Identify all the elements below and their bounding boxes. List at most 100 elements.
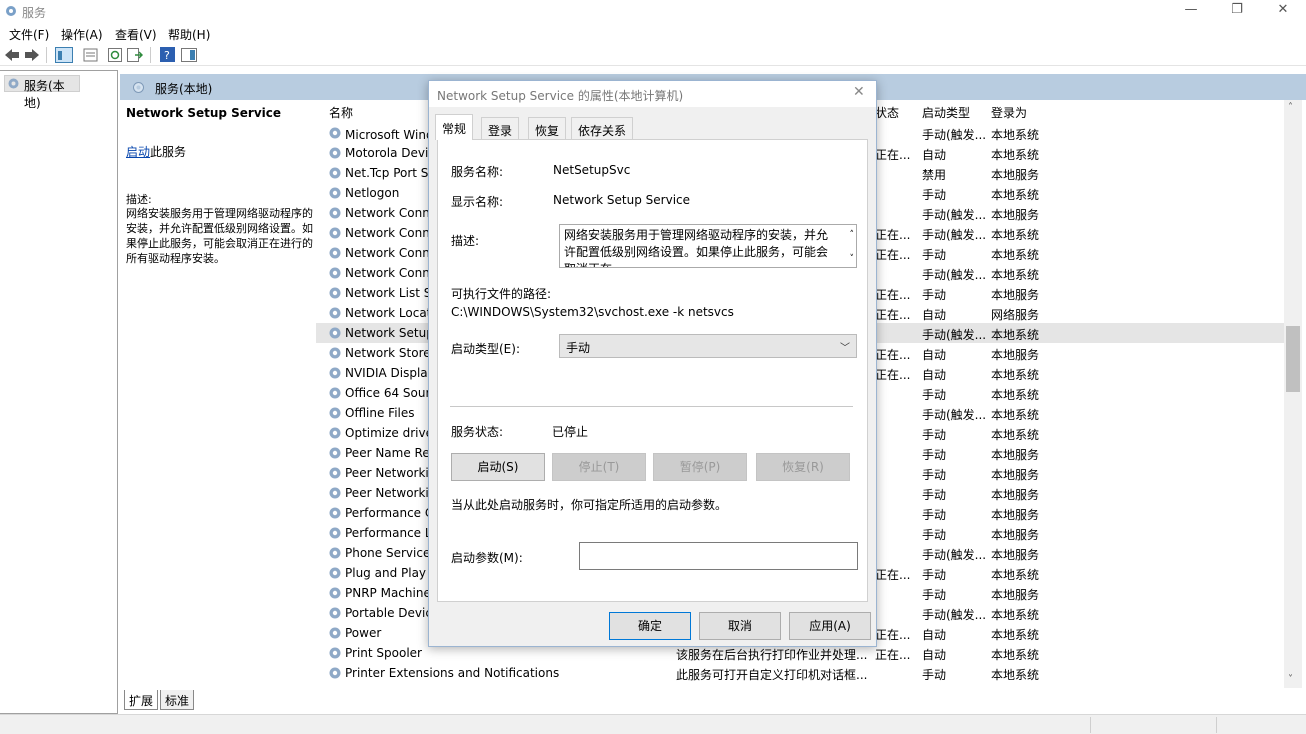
refresh-icon[interactable] <box>108 48 122 62</box>
cancel-button[interactable]: 取消 <box>699 612 781 640</box>
column-header-name[interactable]: 名称 <box>329 104 353 121</box>
service-name-value: NetSetupSvc <box>553 163 631 177</box>
column-header-status[interactable]: 状态 <box>875 104 899 121</box>
dialog-close-button[interactable]: ✕ <box>853 84 865 100</box>
menu-view[interactable]: 查看(V) <box>115 26 157 43</box>
tab-recovery[interactable]: 恢复 <box>528 117 567 139</box>
tab-standard[interactable]: 标准 <box>160 690 195 710</box>
window-title: 服务 <box>22 6 47 20</box>
service-description-cell: 该服务在后台执行打印作业并处理... <box>676 648 868 662</box>
console-tree-icon[interactable] <box>55 47 73 63</box>
service-gear-icon <box>329 207 341 219</box>
ok-button[interactable]: 确定 <box>609 612 691 640</box>
header-title: 服务(本地) <box>155 82 213 96</box>
services-gear-icon <box>133 82 144 93</box>
service-gear-icon <box>329 467 341 479</box>
tab-extended-label: 扩展 <box>129 694 154 708</box>
export-list-icon[interactable] <box>127 48 143 62</box>
startup-type-label: 启动类型(E): <box>451 342 520 356</box>
toolbar-separator <box>46 47 47 63</box>
stop-button[interactable]: 停止(T) <box>552 453 646 481</box>
start-service-line: 启动此服务 <box>126 143 186 160</box>
service-logon-cell: 本地系统 <box>991 128 1040 142</box>
service-logon-cell: 本地服务 <box>991 548 1040 562</box>
service-startup-cell: 自动 <box>922 648 947 662</box>
service-logon-cell: 本地系统 <box>991 408 1040 422</box>
service-status-cell: 正在... <box>875 308 910 322</box>
start-button[interactable]: 启动(S) <box>451 453 545 481</box>
service-logon-cell: 本地服务 <box>991 448 1040 462</box>
service-status-cell: 正在... <box>875 228 910 242</box>
service-gear-icon <box>329 407 341 419</box>
show-hide-action-pane-icon[interactable] <box>181 48 197 62</box>
service-startup-cell: 手动 <box>922 668 947 682</box>
forward-arrow-icon[interactable] <box>24 48 40 62</box>
service-logon-cell: 本地服务 <box>991 168 1040 182</box>
tab-dependencies[interactable]: 依存关系 <box>571 117 634 139</box>
service-gear-icon <box>329 187 341 199</box>
pause-button[interactable]: 暂停(P) <box>653 453 747 481</box>
vertical-scrollbar[interactable]: ˄ ˅ <box>1284 100 1302 688</box>
resume-button[interactable]: 恢复(R) <box>756 453 850 481</box>
service-logon-cell: 本地服务 <box>991 288 1040 302</box>
service-startup-cell: 手动 <box>922 428 947 442</box>
tab-logon[interactable]: 登录 <box>481 117 520 139</box>
service-gear-icon <box>329 647 341 659</box>
service-logon-cell: 本地系统 <box>991 248 1040 262</box>
selected-service-name: Network Setup Service <box>126 106 282 120</box>
service-startup-cell: 手动 <box>922 528 947 542</box>
scroll-up-icon[interactable]: ˄ <box>1288 102 1293 113</box>
service-logon-cell: 本地系统 <box>991 388 1040 402</box>
service-logon-cell: 本地服务 <box>991 348 1040 362</box>
display-name-label: 显示名称: <box>451 195 504 209</box>
back-arrow-icon[interactable] <box>4 48 20 62</box>
start-service-link[interactable]: 启动 <box>126 145 150 159</box>
service-properties-dialog: Network Setup Service 的属性(本地计算机) ✕ 常规 登录… <box>428 80 877 647</box>
service-gear-icon <box>329 127 341 139</box>
tab-extended[interactable]: 扩展 <box>124 690 159 710</box>
minimize-button[interactable]: — <box>1168 0 1214 22</box>
column-header-startup-type[interactable]: 启动类型 <box>922 104 970 121</box>
service-gear-icon <box>329 287 341 299</box>
service-name-cell: Print Spooler <box>345 646 422 660</box>
service-startup-cell: 自动 <box>922 308 947 322</box>
service-startup-cell: 手动 <box>922 388 947 402</box>
service-logon-cell: 网络服务 <box>991 308 1040 322</box>
scrollbar-thumb[interactable] <box>1286 326 1300 392</box>
service-gear-icon <box>329 507 341 519</box>
scroll-down-icon[interactable]: ˅ <box>1288 674 1293 685</box>
apply-button[interactable]: 应用(A) <box>789 612 871 640</box>
menu-help[interactable]: 帮助(H) <box>168 26 210 43</box>
menu-bar: 文件(F) 操作(A) 查看(V) 帮助(H) <box>0 22 1306 44</box>
tree-item-services-local[interactable]: 服务(本地) <box>4 75 80 110</box>
table-row[interactable]: Printer Extensions and Notifications 此服务可… <box>316 663 1284 683</box>
close-button[interactable]: ✕ <box>1260 0 1306 22</box>
chevron-down-icon: ﹀ <box>840 343 850 354</box>
service-logon-cell: 本地系统 <box>991 268 1040 282</box>
service-logon-cell: 本地系统 <box>991 148 1040 162</box>
service-gear-icon <box>329 627 341 639</box>
chevron-up-icon[interactable]: ˄ <box>850 227 855 244</box>
service-gear-icon <box>329 667 341 679</box>
menu-file[interactable]: 文件(F) <box>9 26 49 43</box>
restore-button[interactable]: ❐ <box>1214 0 1260 22</box>
section-divider <box>450 406 853 407</box>
executable-path-value: C:\WINDOWS\System32\svchost.exe -k netsv… <box>451 305 734 319</box>
service-gear-icon <box>329 147 341 159</box>
column-header-logon[interactable]: 登录为 <box>991 104 1027 121</box>
service-startup-cell: 手动 <box>922 448 947 462</box>
description-textbox[interactable]: 网络安装服务用于管理网络驱动程序的安装，并允许配置低级别网络设置。如果停止此服务… <box>559 224 857 268</box>
description-label: 描述: <box>126 193 152 206</box>
properties-sheet-icon[interactable] <box>83 48 98 62</box>
service-gear-icon <box>329 607 341 619</box>
service-name-cell: Printer Extensions and Notifications <box>345 666 560 680</box>
start-parameters-input[interactable] <box>579 542 858 570</box>
help-icon[interactable]: ? <box>160 47 175 62</box>
service-status-value: 已停止 <box>552 425 589 439</box>
tab-general[interactable]: 常规 <box>435 114 474 140</box>
service-logon-cell: 本地系统 <box>991 648 1040 662</box>
chevron-down-icon[interactable]: ˅ <box>850 251 855 267</box>
description-label: 描述: <box>451 234 480 248</box>
startup-type-select[interactable]: 手动 ﹀ <box>559 334 857 358</box>
menu-action[interactable]: 操作(A) <box>61 26 103 43</box>
